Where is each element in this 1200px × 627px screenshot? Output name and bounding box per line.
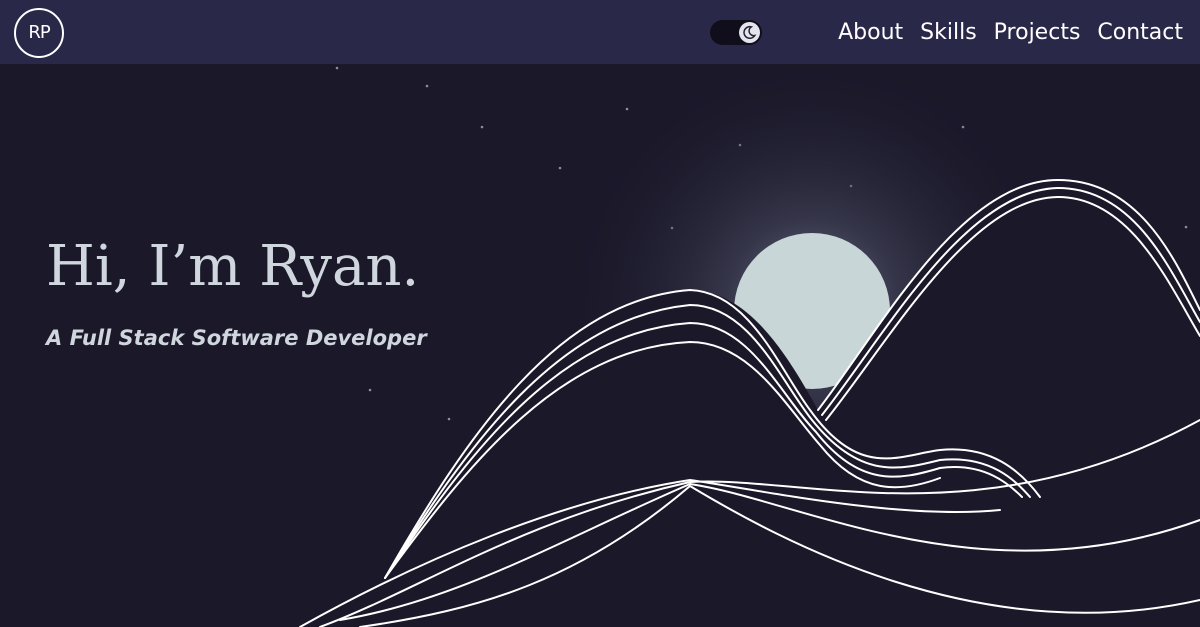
hero-title: Hi, I’m Ryan. [46, 234, 420, 299]
navbar: RP About Skills Projects Contact [0, 0, 1200, 64]
nav-link-about[interactable]: About [838, 20, 903, 45]
nav-links: About Skills Projects Contact [838, 0, 1183, 64]
moon-icon [743, 25, 757, 40]
logo[interactable]: RP [14, 8, 64, 58]
nav-link-projects[interactable]: Projects [994, 20, 1081, 45]
nav-link-skills[interactable]: Skills [920, 20, 977, 45]
theme-toggle[interactable] [710, 20, 762, 45]
toggle-knob [739, 22, 760, 43]
page: RP About Skills Projects Contact Hi, I’m… [0, 0, 1200, 627]
hero-subtitle: A Full Stack Software Developer [46, 326, 427, 350]
nav-link-contact[interactable]: Contact [1097, 20, 1183, 45]
